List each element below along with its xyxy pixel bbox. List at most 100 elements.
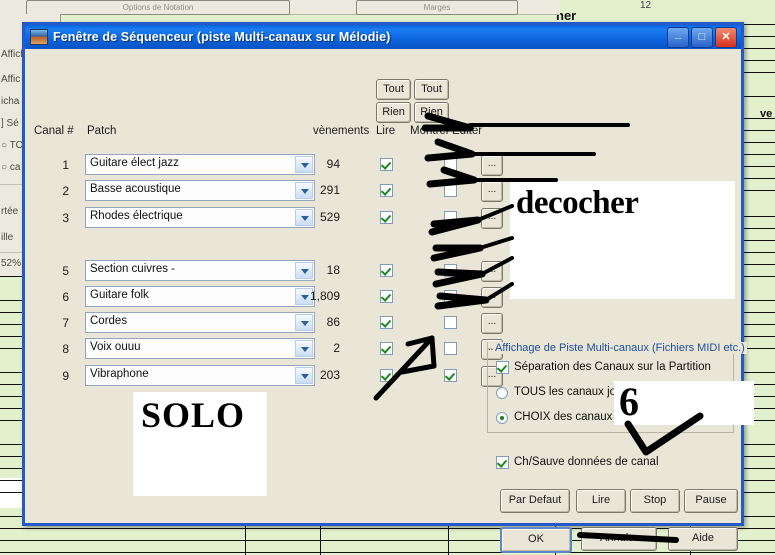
minimize-icon: _ <box>674 28 682 40</box>
table-row: 3 Rhodes électrique 529... <box>25 207 741 233</box>
table-row: 6 Guitare folk 1,809... <box>25 286 741 312</box>
event-count: 86 <box>326 315 340 329</box>
edit-button[interactable]: ... <box>481 287 503 308</box>
par-defaut-button[interactable]: Par Defaut <box>500 489 570 513</box>
radio-choix-canaux[interactable] <box>496 412 508 424</box>
aide-button[interactable]: Aide <box>668 527 738 551</box>
annuler-button[interactable]: Annuler <box>581 527 657 551</box>
background-toolbar: Options de Notation Marges <box>0 0 560 15</box>
ok-button[interactable]: OK <box>500 527 572 553</box>
checkbox-montrer[interactable] <box>444 342 457 355</box>
patch-value: Section cuivres - <box>90 263 176 275</box>
background-toolbar-button-notation[interactable]: Options de Notation <box>26 0 290 15</box>
checkbox-lire[interactable] <box>380 290 393 303</box>
table-row: 5 Section cuivres - 18... <box>25 260 741 286</box>
checkbox-montrer[interactable] <box>444 264 457 277</box>
column-header-canal: Canal # <box>34 125 74 137</box>
group-title: Affichage de Piste Multi-canaux (Fichier… <box>493 342 747 354</box>
patch-select[interactable]: Basse acoustique <box>85 180 315 201</box>
patch-select[interactable]: Rhodes électrique <box>85 207 315 228</box>
patch-select[interactable]: Vibraphone <box>85 365 315 386</box>
sequencer-window: Fenêtre de Séquenceur (piste Multi-canau… <box>22 22 747 553</box>
checkbox-separation-canaux[interactable] <box>496 361 509 374</box>
checkbox-montrer[interactable] <box>444 316 457 329</box>
checkbox-sauve-donnees-canal[interactable] <box>496 456 509 469</box>
checkbox-montrer[interactable] <box>444 369 457 382</box>
label-separation-canaux: Séparation des Canaux sur la Partition <box>514 361 711 373</box>
checkbox-montrer[interactable] <box>444 184 457 197</box>
background-measure-number: 12 <box>640 0 652 11</box>
pause-button[interactable]: Pause <box>684 489 738 513</box>
patch-value: Guitare élect jazz <box>90 157 179 169</box>
lire-button[interactable]: Lire <box>576 489 626 513</box>
checkbox-lire[interactable] <box>380 184 393 197</box>
event-count: 291 <box>319 183 340 197</box>
patch-value: Rhodes électrique <box>90 210 183 222</box>
channel-number: 6 <box>62 290 69 304</box>
checkbox-lire[interactable] <box>380 211 393 224</box>
column-header-evenements: vènements <box>313 125 370 137</box>
channel-number: 7 <box>62 316 69 330</box>
table-row: 7 Cordes 86... <box>25 312 741 338</box>
checkbox-montrer[interactable] <box>444 158 457 171</box>
staff-line <box>0 552 775 553</box>
window-controls: _ □ ✕ <box>665 27 737 48</box>
table-row: 1 Guitare élect jazz 94... <box>25 154 741 180</box>
close-button[interactable]: ✕ <box>715 27 737 48</box>
window-title: Fenêtre de Séquenceur (piste Multi-canau… <box>53 30 391 44</box>
column-header-lire: Lire <box>376 125 396 137</box>
app-icon <box>30 29 48 45</box>
minimize-button[interactable]: _ <box>667 27 689 48</box>
patch-select[interactable]: Guitare élect jazz <box>85 154 315 175</box>
event-count: 529 <box>319 210 340 224</box>
event-count: 94 <box>326 157 340 171</box>
column-header-montrer: Montrer <box>410 125 450 137</box>
event-count: 1,809 <box>309 289 340 303</box>
checkbox-lire[interactable] <box>380 369 393 382</box>
column-header-editer: Editer <box>452 125 483 137</box>
close-icon: ✕ <box>721 31 731 43</box>
edit-button[interactable]: ... <box>481 261 503 282</box>
radio-tous-canaux[interactable] <box>496 387 508 399</box>
background-toolbar-button-marges[interactable]: Marges <box>356 0 518 15</box>
edit-button[interactable]: ... <box>481 313 503 334</box>
checkbox-lire[interactable] <box>380 316 393 329</box>
tout-lire-button[interactable]: Tout <box>376 79 411 100</box>
label-tous-canaux: TOUS les canaux jouent/s'affichent <box>514 386 693 398</box>
maximize-icon: □ <box>698 31 706 43</box>
rien-lire-button[interactable]: Rien <box>376 102 411 123</box>
patch-select[interactable]: Guitare folk <box>85 286 315 307</box>
patch-value: Voix ouuu <box>90 341 141 353</box>
channel-number: 9 <box>62 369 69 383</box>
patch-select[interactable]: Voix ouuu <box>85 338 315 359</box>
tout-montrer-button[interactable]: Tout <box>414 79 449 100</box>
channel-number: 2 <box>62 184 69 198</box>
checkbox-lire[interactable] <box>380 264 393 277</box>
rien-montrer-button[interactable]: Rien <box>414 102 449 123</box>
patch-select[interactable]: Cordes <box>85 312 315 333</box>
maximize-button[interactable]: □ <box>691 27 713 48</box>
event-count: 18 <box>326 263 340 277</box>
edit-button[interactable]: ... <box>481 208 503 229</box>
checkbox-lire[interactable] <box>380 158 393 171</box>
patch-value: Basse acoustique <box>90 183 181 195</box>
edit-button[interactable]: ... <box>481 155 503 176</box>
checkbox-montrer[interactable] <box>444 290 457 303</box>
checkbox-montrer[interactable] <box>444 211 457 224</box>
staff-line <box>0 528 775 529</box>
patch-value: Vibraphone <box>90 368 149 380</box>
event-count: 203 <box>319 368 340 382</box>
label-sauve-donnees-canal: Ch/Sauve données de canal <box>514 456 659 468</box>
channel-number: 3 <box>62 211 69 225</box>
patch-select[interactable]: Section cuivres - <box>85 260 315 281</box>
checkbox-lire[interactable] <box>380 342 393 355</box>
stop-button[interactable]: Stop <box>630 489 680 513</box>
title-bar[interactable]: Fenêtre de Séquenceur (piste Multi-canau… <box>25 25 741 49</box>
edit-button[interactable]: ... <box>481 181 503 202</box>
table-row: 2 Basse acoustique 291... <box>25 180 741 206</box>
dialog-body: Tout Tout Rien Rien Canal # Patch vèneme… <box>25 49 747 553</box>
label-choix-canaux: CHOIX des canaux à jouer <box>514 411 651 423</box>
patch-value: Guitare folk <box>90 289 149 301</box>
event-count: 2 <box>333 341 340 355</box>
column-header-patch: Patch <box>87 125 117 137</box>
